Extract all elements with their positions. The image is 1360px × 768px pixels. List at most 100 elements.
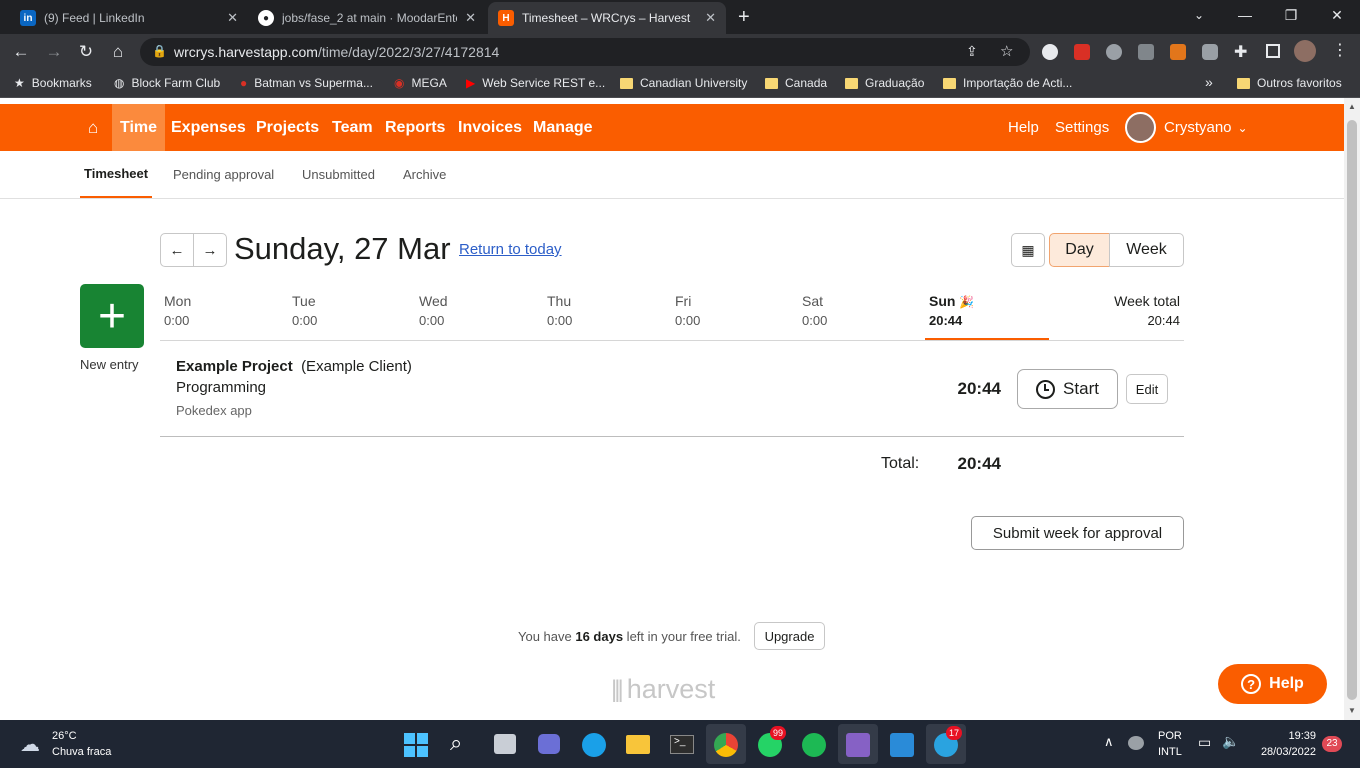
user-menu[interactable]: Crystyano ⌄ bbox=[1164, 104, 1248, 151]
profile-avatar[interactable] bbox=[1294, 40, 1316, 62]
reload-icon[interactable]: ↻ bbox=[76, 42, 96, 62]
home-icon[interactable]: ⌂ bbox=[108, 42, 128, 62]
nav-expenses[interactable]: Expenses bbox=[171, 104, 246, 151]
nav-settings[interactable]: Settings bbox=[1055, 104, 1109, 151]
day-tue[interactable]: Tue 0:00 bbox=[292, 293, 317, 328]
bookmark-item[interactable]: Graduação bbox=[845, 76, 924, 90]
upgrade-button[interactable]: Upgrade bbox=[754, 622, 825, 650]
clock-date[interactable]: 28/03/2022 bbox=[1248, 746, 1316, 758]
terminal-icon[interactable]: >_ bbox=[670, 735, 694, 754]
tray-app-icon[interactable] bbox=[1128, 736, 1144, 750]
next-day-button[interactable]: → bbox=[193, 233, 227, 267]
volume-icon[interactable]: 🔈 bbox=[1222, 733, 1239, 750]
window-close-button[interactable]: ✕ bbox=[1314, 0, 1360, 30]
tab-unsubmitted[interactable]: Unsubmitted bbox=[302, 151, 375, 198]
extension-icon[interactable] bbox=[1106, 44, 1122, 60]
close-icon[interactable]: ✕ bbox=[465, 10, 476, 26]
keyboard-layout[interactable]: INTL bbox=[1158, 746, 1182, 758]
new-entry-button[interactable]: + bbox=[80, 284, 144, 348]
nav-help[interactable]: Help bbox=[1008, 104, 1039, 151]
metamask-icon[interactable] bbox=[1170, 44, 1186, 60]
home-icon[interactable]: ⌂ bbox=[88, 104, 98, 151]
bookmark-item[interactable]: ★ Bookmarks bbox=[14, 76, 92, 90]
scroll-down-icon[interactable]: ▼ bbox=[1348, 706, 1356, 715]
nav-invoices[interactable]: Invoices bbox=[458, 104, 522, 151]
puzzle-icon[interactable]: ✚ bbox=[1234, 42, 1247, 62]
close-icon[interactable]: ✕ bbox=[705, 10, 716, 26]
tray-chevron-icon[interactable]: ∧ bbox=[1104, 734, 1114, 750]
nav-manage[interactable]: Manage bbox=[533, 104, 593, 151]
previous-day-button[interactable]: ← bbox=[160, 233, 194, 267]
chrome-icon[interactable] bbox=[714, 733, 738, 757]
tab-timesheet[interactable]: Timesheet bbox=[80, 151, 153, 198]
nav-projects[interactable]: Projects bbox=[256, 104, 319, 151]
edit-entry-button[interactable]: Edit bbox=[1126, 374, 1168, 404]
bookmark-item[interactable]: Canada bbox=[765, 76, 827, 90]
extension-icon[interactable] bbox=[1042, 44, 1058, 60]
extension-icon[interactable] bbox=[1138, 44, 1154, 60]
tab-pending-approval[interactable]: Pending approval bbox=[173, 151, 274, 198]
more-bookmarks-icon[interactable]: » bbox=[1205, 74, 1213, 90]
bookmark-item[interactable]: Importação de Acti... bbox=[943, 76, 1072, 90]
tab-harvest[interactable]: H Timesheet – WRCrys – Harvest ✕ bbox=[488, 2, 726, 34]
edge-icon[interactable] bbox=[582, 733, 606, 757]
day-sat[interactable]: Sat 0:00 bbox=[802, 293, 827, 328]
bookmark-item[interactable]: Outros favoritos bbox=[1237, 76, 1342, 90]
file-explorer-icon[interactable] bbox=[626, 735, 650, 754]
tab-archive[interactable]: Archive bbox=[403, 151, 446, 198]
tab-title: jobs/fase_2 at main · MoodarEnte bbox=[282, 11, 458, 25]
scrollbar-thumb[interactable] bbox=[1347, 120, 1357, 700]
day-sun[interactable]: Sun 🎉 20:44 bbox=[929, 293, 974, 328]
tab-github[interactable]: ● jobs/fase_2 at main · MoodarEnte ✕ bbox=[248, 2, 486, 34]
side-panel-icon[interactable] bbox=[1266, 44, 1280, 58]
search-icon[interactable]: ⌕ bbox=[450, 730, 462, 756]
spotify-icon[interactable] bbox=[802, 733, 826, 757]
submit-week-button[interactable]: Submit week for approval bbox=[971, 516, 1184, 550]
notification-badge[interactable]: 23 bbox=[1322, 736, 1342, 752]
share-icon[interactable]: ⇪ bbox=[966, 43, 978, 60]
teams-icon[interactable] bbox=[538, 734, 560, 754]
day-view-button[interactable]: Day bbox=[1049, 233, 1110, 267]
menu-icon[interactable]: ⋮ bbox=[1332, 40, 1348, 60]
day-time: 0:00 bbox=[675, 313, 701, 328]
user-avatar[interactable] bbox=[1125, 112, 1156, 143]
extension-icon[interactable] bbox=[1074, 44, 1090, 60]
bookmark-item[interactable]: ◉ MEGA bbox=[394, 76, 447, 90]
return-to-today-link[interactable]: Return to today bbox=[459, 241, 562, 258]
bookmark-item[interactable]: ● Batman vs Superma... bbox=[240, 76, 373, 90]
scrollbar[interactable]: ▲ ▼ bbox=[1344, 98, 1360, 720]
start-timer-button[interactable]: Start bbox=[1017, 369, 1118, 409]
day-wed[interactable]: Wed 0:00 bbox=[419, 293, 448, 328]
scroll-up-icon[interactable]: ▲ bbox=[1348, 102, 1356, 111]
address-bar[interactable]: 🔒 wrcrys.harvestapp.com/time/day/2022/3/… bbox=[140, 38, 1030, 66]
minimize-button[interactable]: — bbox=[1222, 0, 1268, 30]
day-thu[interactable]: Thu 0:00 bbox=[547, 293, 572, 328]
language-code[interactable]: POR bbox=[1158, 730, 1182, 742]
calendar-button[interactable]: ▦ bbox=[1011, 233, 1045, 267]
bookmark-star-icon[interactable]: ☆ bbox=[1000, 42, 1013, 60]
tab-linkedin[interactable]: in (9) Feed | LinkedIn ✕ bbox=[10, 2, 248, 34]
nav-reports[interactable]: Reports bbox=[385, 104, 445, 151]
day-mon[interactable]: Mon 0:00 bbox=[164, 293, 191, 328]
vscode-icon[interactable] bbox=[890, 733, 914, 757]
tab-search-icon[interactable]: ⌄ bbox=[1176, 0, 1222, 30]
network-icon[interactable]: ▭ bbox=[1198, 734, 1211, 751]
visual-studio-icon[interactable] bbox=[846, 733, 870, 757]
back-icon[interactable]: ← bbox=[11, 42, 31, 62]
help-widget-button[interactable]: ? Help bbox=[1218, 664, 1327, 704]
bookmark-item[interactable]: ◍ Block Farm Club bbox=[114, 76, 220, 90]
close-icon[interactable]: ✕ bbox=[227, 10, 238, 26]
day-fri[interactable]: Fri 0:00 bbox=[675, 293, 700, 328]
week-view-button[interactable]: Week bbox=[1109, 233, 1184, 267]
restore-button[interactable]: ❐ bbox=[1268, 0, 1314, 30]
nav-time[interactable]: Time bbox=[112, 104, 166, 151]
task-view-icon[interactable] bbox=[494, 734, 516, 754]
windows-start-icon[interactable] bbox=[404, 733, 428, 757]
forward-icon[interactable]: → bbox=[44, 42, 64, 62]
bookmark-item[interactable]: ▶ Web Service REST e... bbox=[466, 76, 605, 90]
clock-time[interactable]: 19:39 bbox=[1254, 730, 1316, 742]
nav-team[interactable]: Team bbox=[332, 104, 373, 151]
new-tab-button[interactable]: + bbox=[738, 6, 750, 29]
bookmark-item[interactable]: Canadian University bbox=[620, 76, 747, 90]
extension-icon[interactable] bbox=[1202, 44, 1218, 60]
